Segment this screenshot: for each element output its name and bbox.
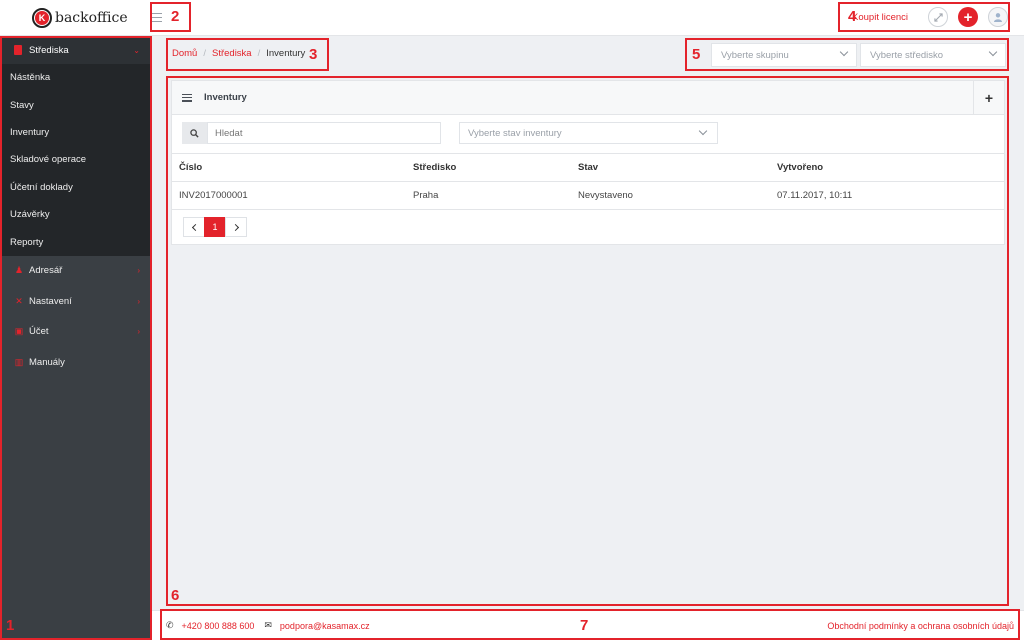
sidebar-item-label: Manuály [29,356,65,368]
sidebar-subitem-reporty[interactable]: Reporty [0,228,152,255]
annotation-number: 4 [848,8,857,25]
chevron-down-icon: ⌄ [133,45,140,55]
filter-bar: Vyberte stav inventury [182,122,994,144]
tools-icon: ✕ [15,295,23,306]
group-select-placeholder: Vyberte skupinu [721,49,789,61]
breadcrumb: Domů / Střediska / Inventury [172,48,305,59]
users-icon: ♟ [14,265,24,276]
column-header-cislo[interactable]: Číslo [172,153,406,182]
phone-link[interactable]: +420 800 888 600 [182,621,255,631]
sidebar-item-label: Adresář [29,265,63,277]
state-select-placeholder: Vyberte stav inventury [468,127,562,139]
prev-page-button[interactable] [183,217,205,237]
column-header-stredisko[interactable]: Středisko [406,153,571,182]
inventory-table: Číslo Středisko Stav Vytvořeno INV201700… [172,153,1004,210]
sidebar-item-adresar[interactable]: ♟ Adresář › [0,256,152,287]
sidebar-subitem-nastenka[interactable]: Nástěnka [0,64,152,91]
plus-icon: + [963,8,973,26]
sidebar-item-nastaveni[interactable]: ✕ Nastavení › [0,286,152,317]
phone-icon: ✆ [166,620,174,630]
building-icon [14,45,22,55]
table-header-row: Číslo Středisko Stav Vytvořeno [172,153,1004,182]
center-select-placeholder: Vyberte středisko [870,49,944,61]
annotation-number: 1 [6,617,15,634]
lock-icon: ▣ [14,326,24,337]
panel-title: Inventury [204,92,247,103]
sidebar-section-strediska[interactable]: Střediska ⌄ [0,36,152,64]
sidebar-section-label: Střediska [29,44,69,56]
annotation-number: 2 [171,8,180,25]
table-row[interactable]: INV2017000001 Praha Nevystaveno 07.11.20… [172,181,1004,210]
context-selects: Vyberte skupinu Vyberte středisko [708,43,1006,67]
terms-link[interactable]: Obchodní podmínky a ochrana osobních úda… [827,621,1014,631]
inventory-state-select[interactable]: Vyberte stav inventury [459,122,718,144]
sidebar-item-ucet[interactable]: ▣ Účet › [0,317,152,348]
mail-icon: ✉ [264,620,272,630]
chevron-down-icon [698,126,708,136]
breadcrumb-separator: / [203,48,206,59]
add-button[interactable]: + [958,7,978,27]
sidebar-subitem-inventury[interactable]: Inventury [0,119,152,146]
sidebar-subitem-skladove-operace[interactable]: Skladové operace [0,146,152,173]
user-avatar-button[interactable] [988,7,1008,27]
annotation-number: 7 [580,617,589,634]
breadcrumb-home[interactable]: Domů [172,48,197,59]
email-link[interactable]: podpora@kasamax.cz [280,621,370,631]
chevron-left-icon [191,223,199,231]
breadcrumb-strediska[interactable]: Střediska [212,48,252,59]
add-inventory-button[interactable]: + [973,81,1004,114]
page-button-current[interactable]: 1 [204,217,226,237]
search-button[interactable] [182,122,207,144]
buy-license-link[interactable]: Koupit licenci [852,12,908,23]
logo[interactable]: K backoffice [32,8,128,28]
annotation-number: 6 [171,587,180,604]
search-icon [190,128,199,138]
sidebar-subitem-ucetni-doklady[interactable]: Účetní doklady [0,174,152,201]
column-header-vytvoreno[interactable]: Vytvořeno [770,153,1004,182]
chevron-right-icon [231,223,239,231]
sidebar: Střediska ⌄ Nástěnka Stavy Inventury Skl… [0,36,152,640]
sidebar-item-label: Nastavení [29,295,72,307]
annotation-number: 3 [309,46,318,63]
list-icon [182,93,192,102]
chevron-right-icon: › [137,266,140,276]
cell-stredisko: Praha [406,181,571,210]
cell-vytvoreno: 07.11.2017, 10:11 [770,181,1004,210]
plus-icon: + [984,89,994,106]
book-icon: ▥ [14,356,24,367]
sidebar-item-manualy[interactable]: ▥ Manuály [0,347,152,378]
top-actions: Koupit licenci + [852,7,1008,27]
search-input[interactable] [207,122,441,144]
chevron-down-icon [839,47,849,57]
cell-stav: Nevystaveno [571,181,770,210]
fullscreen-button[interactable] [928,7,948,27]
user-icon [994,13,1002,22]
pagination: 1 [183,217,247,237]
annotation-number: 5 [692,46,701,63]
chevron-right-icon: › [137,296,140,306]
logo-text: backoffice [55,10,128,26]
logo-mark: K [32,8,52,28]
chevron-down-icon [988,47,998,57]
top-bar: K backoffice Koupit licenci + [0,0,1024,36]
expand-icon [933,12,943,22]
breadcrumb-current: Inventury [266,48,306,59]
breadcrumb-separator: / [257,48,261,59]
center-select[interactable]: Vyberte středisko [860,43,1006,67]
chevron-right-icon: › [137,327,140,337]
sidebar-subitem-uzaverky[interactable]: Uzávěrky [0,201,152,228]
sidebar-item-label: Účet [29,326,49,338]
menu-toggle-icon[interactable] [152,13,162,22]
group-select[interactable]: Vyberte skupinu [711,43,857,67]
panel-header: Inventury + [172,81,1004,115]
sidebar-submenu: Nástěnka Stavy Inventury Skladové operac… [0,64,152,256]
cell-cislo: INV2017000001 [172,181,406,210]
column-header-stav[interactable]: Stav [571,153,770,182]
inventory-panel: Inventury + Vyberte stav inventury Číslo… [171,80,1005,245]
next-page-button[interactable] [225,217,247,237]
sidebar-subitem-stavy[interactable]: Stavy [0,91,152,118]
